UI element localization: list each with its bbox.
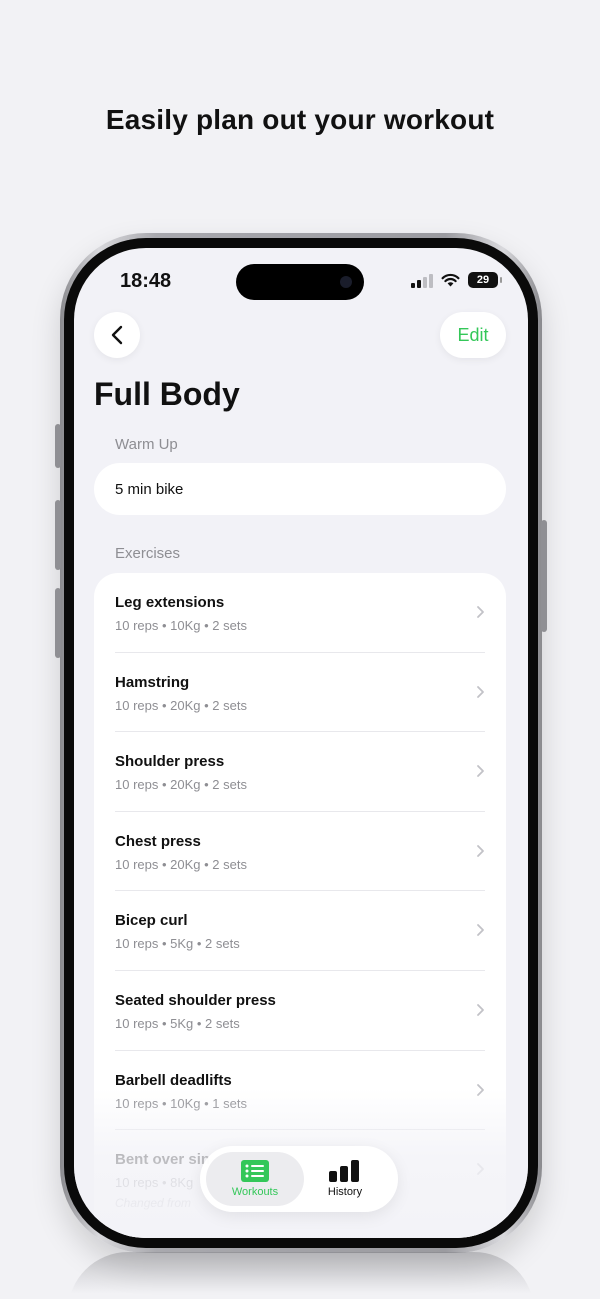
exercise-details: 10 reps • 5Kg • 2 sets xyxy=(115,936,240,952)
exercise-details: 10 reps • 20Kg • 2 sets xyxy=(115,777,247,793)
chevron-right-icon xyxy=(477,1004,484,1016)
back-button[interactable] xyxy=(94,312,140,358)
chevron-right-icon xyxy=(477,606,484,618)
edit-button[interactable]: Edit xyxy=(440,312,506,358)
warm-up-value: 5 min bike xyxy=(115,480,184,498)
exercise-row[interactable]: Leg extensions 10 reps • 10Kg • 2 sets xyxy=(94,573,506,653)
exercise-row[interactable]: Seated shoulder press 10 reps • 5Kg • 2 s… xyxy=(94,971,506,1051)
exercise-row[interactable]: Bicep curl 10 reps • 5Kg • 2 sets xyxy=(94,891,506,971)
status-icons: 29 xyxy=(411,272,502,288)
warm-up-card[interactable]: 5 min bike xyxy=(94,463,506,515)
headline: Easily plan out your workout xyxy=(105,104,495,135)
exercise-name: Bicep curl xyxy=(115,912,188,930)
wifi-icon xyxy=(441,273,460,287)
chevron-right-icon xyxy=(477,685,484,698)
promo-page: Easily plan out your workout 18:48 29 Ed… xyxy=(0,0,600,1299)
chevron-left-icon xyxy=(111,325,123,345)
tab-workouts[interactable]: Workouts xyxy=(206,1152,304,1206)
warm-up-label: Warm Up xyxy=(115,436,178,453)
volume-up-button xyxy=(55,500,61,570)
exercise-row[interactable]: Hamstring 10 reps • 20Kg • 2 sets xyxy=(94,653,506,733)
chevron-right-icon xyxy=(477,765,484,778)
status-time: 18:48 xyxy=(120,270,172,292)
chevron-right-icon xyxy=(477,924,484,937)
phone-screen: 18:48 29 Edit Full Body Warm Up 5 min bi… xyxy=(74,248,528,1238)
exercise-name: Shoulder press xyxy=(115,753,225,771)
phone-reflection xyxy=(68,1252,534,1299)
chevron-right-icon xyxy=(477,844,484,857)
volume-down-button xyxy=(55,588,61,658)
exercise-row[interactable]: Shoulder press 10 reps • 20Kg • 2 sets xyxy=(94,732,506,812)
exercise-name: Leg extensions xyxy=(115,594,225,611)
exercise-name: Hamstring xyxy=(115,673,190,691)
battery-icon: 29 xyxy=(468,272,502,288)
dynamic-island xyxy=(236,264,364,300)
power-button xyxy=(541,520,547,632)
page-title: Full Body xyxy=(94,376,240,412)
exercise-row[interactable]: Chest press 10 reps • 20Kg • 2 sets xyxy=(94,812,506,892)
camera-icon xyxy=(340,276,352,288)
list-icon xyxy=(241,1160,269,1182)
tab-label: History xyxy=(327,1186,363,1198)
exercise-name: Barbell deadlifts xyxy=(115,1071,232,1089)
tab-bar: Workouts History xyxy=(200,1146,398,1212)
bar-chart-icon xyxy=(329,1160,359,1182)
exercises-label: Exercises xyxy=(115,545,181,562)
tab-history[interactable]: History xyxy=(296,1152,394,1206)
exercise-details: 10 reps • 20Kg • 2 sets xyxy=(115,856,247,872)
exercise-name: Chest press xyxy=(115,832,201,850)
tab-label: Workouts xyxy=(231,1186,279,1198)
exercise-details: 10 reps • 20Kg • 2 sets xyxy=(115,697,247,713)
exercise-details: 10 reps • 5Kg • 2 sets xyxy=(115,1015,240,1031)
exercise-name: Seated shoulder press xyxy=(115,991,276,1009)
exercise-details: 10 reps • 10Kg • 2 sets xyxy=(115,618,247,633)
cellular-signal-icon xyxy=(411,272,433,288)
action-button xyxy=(55,424,61,468)
